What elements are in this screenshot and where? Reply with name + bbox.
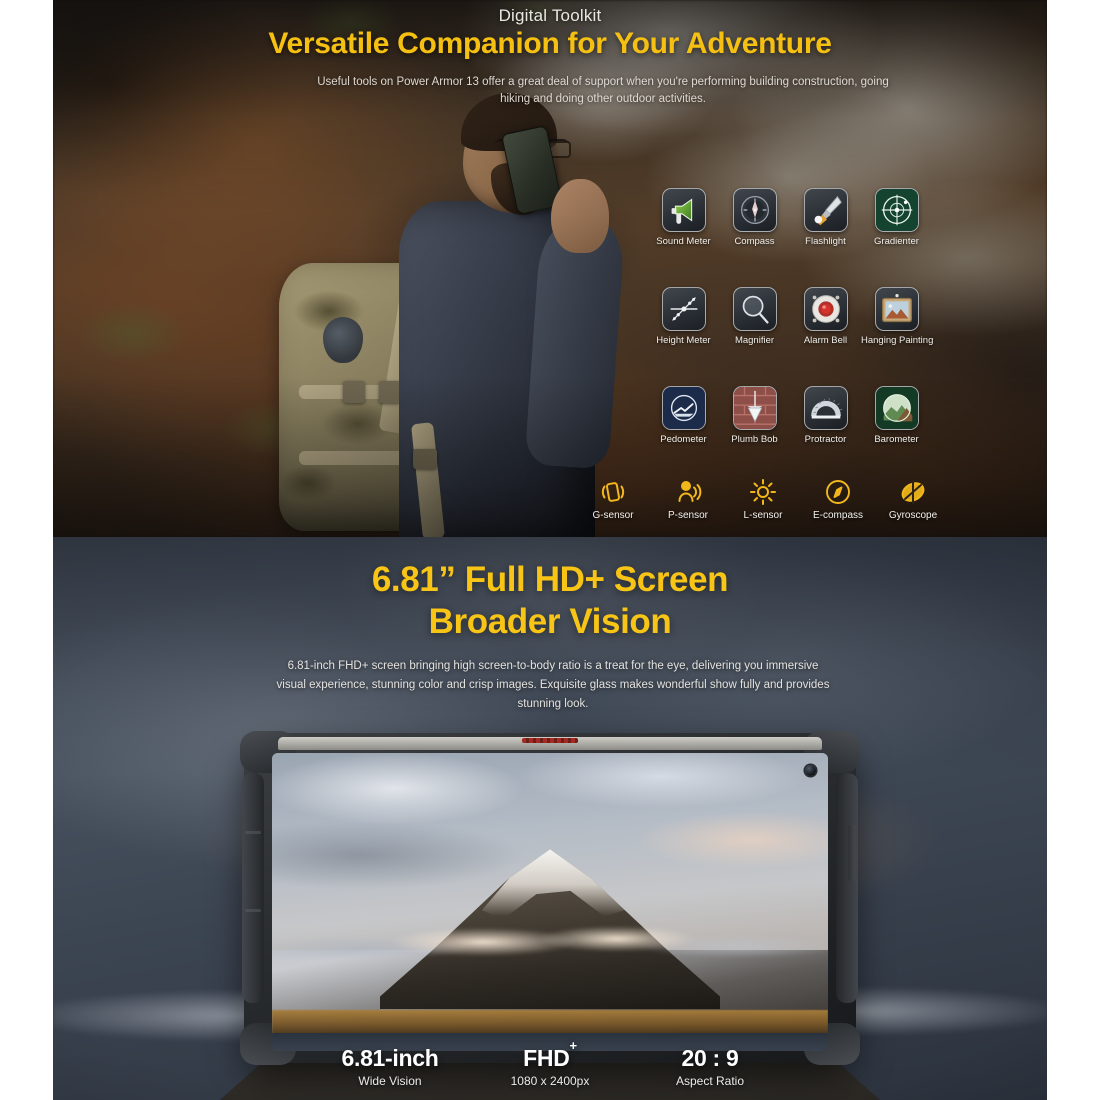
app-tile-pedometer[interactable]: Pedometer (648, 386, 719, 445)
product-feature-page: Digital Toolkit Versatile Companion for … (0, 0, 1100, 1100)
spec-value-superscript: + (569, 1038, 578, 1054)
sensor-item-e-compass: E-compass (803, 476, 873, 521)
spec-label: Aspect Ratio (675, 1074, 745, 1088)
app-label: Magnifier (734, 335, 775, 346)
barometer-icon (874, 386, 919, 430)
sensor-label: E-compass (812, 510, 863, 521)
protractor-icon (803, 386, 848, 430)
app-label: Plumb Bob (731, 434, 778, 445)
l-sensor-icon (728, 476, 798, 508)
app-label: Sound Meter (656, 236, 711, 247)
phone-speaker-vent (522, 738, 578, 743)
toolkit-app-grid: Sound Meter Compass Flashlight Gradiente… (648, 188, 934, 445)
section1-eyebrow: Digital Toolkit (498, 6, 602, 25)
sensor-item-l-sensor: L-sensor (728, 476, 798, 521)
app-label: Flashlight (805, 236, 846, 247)
gyroscope-icon (878, 476, 948, 508)
app-label: Protractor (804, 434, 847, 445)
pedometer-icon (661, 386, 706, 430)
spec-item-size: 6.81-inch Wide Vision (330, 1045, 450, 1088)
spec-value: 6.81-inch (330, 1045, 450, 1072)
magnifier-icon (732, 287, 777, 331)
wallpaper-clouds (272, 915, 828, 968)
app-tile-alarm-bell[interactable]: Alarm Bell (790, 287, 861, 346)
spec-value: FHD+ (490, 1038, 610, 1072)
section2-title-line1: 6.81” Full HD+ Screen (371, 560, 729, 599)
spec-value: 20 : 9 (650, 1045, 770, 1072)
plumb-bob-icon (732, 386, 777, 430)
compass-icon (732, 188, 777, 232)
app-tile-gradienter[interactable]: Gradienter (861, 188, 932, 247)
section2-title: 6.81” Full HD+ Screen Broader Vision (53, 559, 1047, 643)
sensor-label: L-sensor (743, 510, 783, 521)
sensor-label: G-sensor (592, 510, 634, 521)
app-label: Height Meter (656, 335, 711, 346)
spec-item-aspect-ratio: 20 : 9 Aspect Ratio (650, 1045, 770, 1088)
app-tile-height-meter[interactable]: Height Meter (648, 287, 719, 346)
sensor-label: P-sensor (667, 510, 708, 521)
app-tile-hanging-painting[interactable]: Hanging Painting (861, 287, 934, 346)
sensor-item-g-sensor: G-sensor (578, 476, 648, 521)
phone-left-grip (242, 773, 264, 1003)
app-tile-protractor[interactable]: Protractor (790, 386, 861, 445)
section2-title-line2: Broader Vision (428, 602, 672, 641)
app-tile-plumb-bob[interactable]: Plumb Bob (719, 386, 790, 445)
spec-item-resolution: FHD+ 1080 x 2400px (490, 1038, 610, 1088)
app-label: Hanging Painting (861, 335, 934, 346)
app-label: Pedometer (660, 434, 707, 445)
phone-display (272, 753, 828, 1051)
p-sensor-icon (653, 476, 723, 508)
spec-value-text: 20 : 9 (681, 1045, 739, 1071)
spec-value-text: 6.81-inch (341, 1045, 439, 1071)
app-label: Gradienter (874, 236, 919, 247)
spec-value-text: FHD (523, 1045, 570, 1071)
app-label: Alarm Bell (803, 335, 848, 346)
app-tile-compass[interactable]: Compass (719, 188, 790, 247)
phone-side-button (848, 825, 855, 881)
screen-feature-section: 6.81” Full HD+ Screen Broader Vision 6.8… (53, 537, 1047, 1100)
app-label: Compass (734, 236, 775, 247)
app-label: Barometer (874, 434, 919, 445)
gradienter-icon (874, 188, 919, 232)
spec-label: 1080 x 2400px (510, 1074, 590, 1088)
app-tile-magnifier[interactable]: Magnifier (719, 287, 790, 346)
sensor-item-p-sensor: P-sensor (653, 476, 723, 521)
phone-product-image (240, 731, 860, 1065)
sensor-label: Gyroscope (888, 510, 938, 521)
section1-subtitle: Useful tools on Power Armor 13 offer a g… (317, 76, 889, 105)
alarm-bell-icon (803, 287, 848, 331)
phone-right-grip (836, 773, 858, 1003)
spec-label: Wide Vision (358, 1074, 422, 1088)
digital-toolkit-section: Digital Toolkit Versatile Companion for … (53, 0, 1047, 537)
megaphone-icon (661, 188, 706, 232)
flashlight-icon (803, 188, 848, 232)
spec-list: 6.81-inch Wide Vision FHD+ 1080 x 2400px… (330, 1038, 770, 1088)
hanging-painting-icon (874, 287, 919, 331)
sensor-item-gyroscope: Gyroscope (878, 476, 948, 521)
g-sensor-icon (578, 476, 648, 508)
section2-subtitle: 6.81-inch FHD+ screen bringing high scre… (276, 660, 830, 710)
app-tile-flashlight[interactable]: Flashlight (790, 188, 861, 247)
app-tile-sound-meter[interactable]: Sound Meter (648, 188, 719, 247)
app-tile-barometer[interactable]: Barometer (861, 386, 932, 445)
e-compass-icon (803, 476, 873, 508)
front-camera-icon (805, 765, 816, 776)
section1-title: Versatile Companion for Your Adventure (268, 27, 832, 60)
height-meter-icon (661, 287, 706, 331)
sensor-list: G-sensor P-sensor L-sensor E-compass Gyr… (578, 476, 948, 521)
